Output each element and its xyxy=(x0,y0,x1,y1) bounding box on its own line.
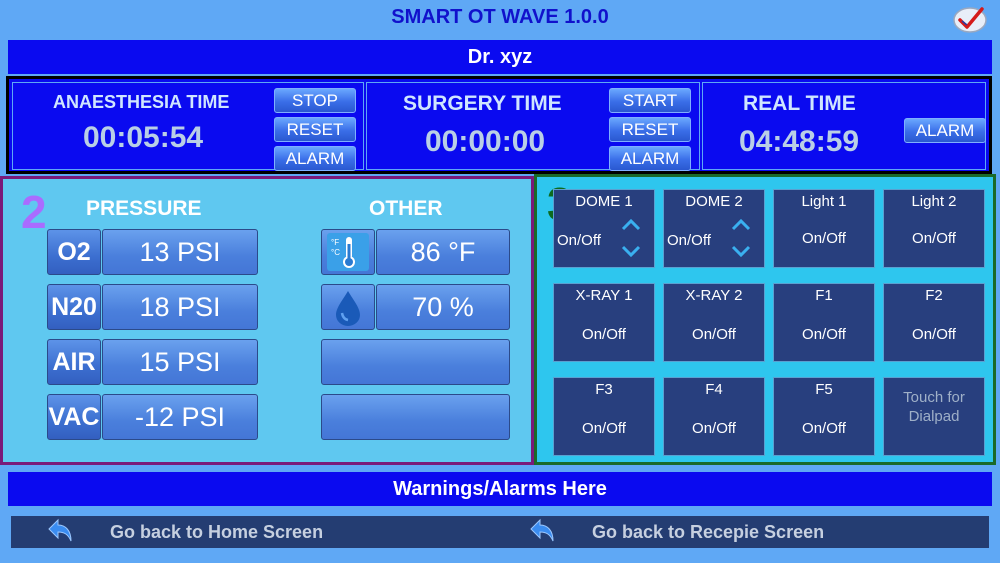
chevron-up-icon[interactable] xyxy=(620,218,642,232)
tile-light-1[interactable]: Light 1 On/Off xyxy=(773,189,875,268)
surgery-reset-button[interactable]: RESET xyxy=(609,117,691,142)
anaesthesia-time-value: 00:05:54 xyxy=(83,121,204,154)
section-number-2: 2 xyxy=(21,186,47,238)
navigation-bar: Go back to Home Screen Go back to Recepi… xyxy=(11,516,989,548)
humidity-value: 70 % xyxy=(376,284,510,330)
checkmark-icon[interactable] xyxy=(952,4,988,34)
tile-state: On/Off xyxy=(912,230,956,247)
back-arrow-icon xyxy=(530,518,554,542)
tile-name: Light 1 xyxy=(801,193,847,210)
doctor-name-bar: Dr. xyz xyxy=(8,40,992,74)
tile-dome-2[interactable]: DOME 2 On/Off xyxy=(663,189,765,268)
tile-name: Light 2 xyxy=(911,193,957,210)
o2-pressure-value: 13 PSI xyxy=(102,229,258,275)
tile-state: On/Off xyxy=(582,420,626,437)
tile-x-ray-2[interactable]: X-RAY 2 On/Off xyxy=(663,283,765,362)
real-time-alarm-button[interactable]: ALARM xyxy=(904,118,986,143)
tile-state: On/Off xyxy=(557,232,601,249)
tile-name: F4 xyxy=(705,381,723,398)
tile-state: On/Off xyxy=(582,326,626,343)
humidity-icon-box xyxy=(321,284,375,330)
warnings-bar: Warnings/Alarms Here xyxy=(8,472,992,506)
home-screen-button[interactable]: Go back to Home Screen xyxy=(11,516,500,548)
surgery-alarm-button[interactable]: ALARM xyxy=(609,146,691,171)
gas-label-n20: N20 xyxy=(47,284,101,330)
svg-text:°C: °C xyxy=(331,248,340,257)
recipe-screen-button[interactable]: Go back to Recepie Screen xyxy=(500,516,989,548)
vac-pressure-value: -12 PSI xyxy=(102,394,258,440)
anaesthesia-time-label: ANAESTHESIA TIME xyxy=(53,92,230,112)
tile-name: X-RAY 1 xyxy=(575,287,633,304)
tile-f1[interactable]: F1 On/Off xyxy=(773,283,875,362)
tile-name: F2 xyxy=(925,287,943,304)
pressure-heading: PRESSURE xyxy=(86,197,202,220)
controls-panel: 3 DOME 1 On/Off DOME 2 On/Off Light 1 On… xyxy=(534,174,996,465)
tile-dome-1[interactable]: DOME 1 On/Off xyxy=(553,189,655,268)
temperature-value: 86 °F xyxy=(376,229,510,275)
dialpad-line-1: Touch for xyxy=(903,389,965,406)
tile-x-ray-1[interactable]: X-RAY 1 On/Off xyxy=(553,283,655,362)
tile-name: F1 xyxy=(815,287,833,304)
tile-name: F3 xyxy=(595,381,613,398)
temperature-icon-box: °F °C xyxy=(321,229,375,275)
thermometer-icon: °F °C xyxy=(327,233,369,271)
tile-state: On/Off xyxy=(912,326,956,343)
real-time-section: REAL TIME 04:48:59 ALARM xyxy=(702,82,986,170)
other-empty-slot-1 xyxy=(321,339,510,385)
chevron-down-icon[interactable] xyxy=(730,244,752,258)
water-drop-icon xyxy=(336,291,360,326)
tile-name: DOME 1 xyxy=(575,193,633,210)
tile-name: X-RAY 2 xyxy=(685,287,743,304)
back-arrow-icon xyxy=(48,518,72,542)
tile-state: On/Off xyxy=(802,326,846,343)
timers-panel: 1 ANAESTHESIA TIME 00:05:54 STOP RESET A… xyxy=(6,76,992,174)
chevron-up-icon[interactable] xyxy=(730,218,752,232)
surgery-timer-section: SURGERY TIME 00:00:00 START RESET ALARM xyxy=(366,82,700,171)
n20-pressure-value: 18 PSI xyxy=(102,284,258,330)
tile-f3[interactable]: F3 On/Off xyxy=(553,377,655,456)
tile-name: DOME 2 xyxy=(685,193,743,210)
dialpad-label: Touch for Dialpad xyxy=(884,388,984,426)
real-time-label: REAL TIME xyxy=(743,92,856,115)
anaesthesia-reset-button[interactable]: RESET xyxy=(274,117,356,142)
surgery-time-label: SURGERY TIME xyxy=(403,92,562,115)
tile-state: On/Off xyxy=(802,420,846,437)
tile-f5[interactable]: F5 On/Off xyxy=(773,377,875,456)
tile-f4[interactable]: F4 On/Off xyxy=(663,377,765,456)
surgery-time-value: 00:00:00 xyxy=(425,125,546,158)
tile-light-2[interactable]: Light 2 On/Off xyxy=(883,189,985,268)
tile-state: On/Off xyxy=(692,326,736,343)
dialpad-line-2: Dialpad xyxy=(908,408,960,425)
pressure-panel: 2 PRESSURE OTHER O2 13 PSI N20 18 PSI AI… xyxy=(0,176,534,465)
app-title: SMART OT WAVE 1.0.0 xyxy=(391,6,609,28)
home-screen-label: Go back to Home Screen xyxy=(110,522,324,542)
svg-text:°F: °F xyxy=(331,238,339,247)
tile-state: On/Off xyxy=(802,230,846,247)
air-pressure-value: 15 PSI xyxy=(102,339,258,385)
other-heading: OTHER xyxy=(369,197,443,220)
gas-label-vac: VAC xyxy=(47,394,101,440)
tile-state: On/Off xyxy=(692,420,736,437)
dialpad-tile[interactable]: Touch for Dialpad xyxy=(883,377,985,456)
anaesthesia-alarm-button[interactable]: ALARM xyxy=(274,146,356,171)
real-time-value: 04:48:59 xyxy=(739,125,860,158)
gas-label-o2: O2 xyxy=(47,229,101,275)
surgery-start-button[interactable]: START xyxy=(609,88,691,113)
tile-state: On/Off xyxy=(667,232,711,249)
tile-name: F5 xyxy=(815,381,833,398)
other-empty-slot-2 xyxy=(321,394,510,440)
recipe-screen-label: Go back to Recepie Screen xyxy=(592,522,825,542)
chevron-down-icon[interactable] xyxy=(620,244,642,258)
gas-label-air: AIR xyxy=(47,339,101,385)
anaesthesia-stop-button[interactable]: STOP xyxy=(274,88,356,113)
tile-f2[interactable]: F2 On/Off xyxy=(883,283,985,362)
anaesthesia-timer-section: ANAESTHESIA TIME 00:05:54 STOP RESET ALA… xyxy=(12,82,364,171)
